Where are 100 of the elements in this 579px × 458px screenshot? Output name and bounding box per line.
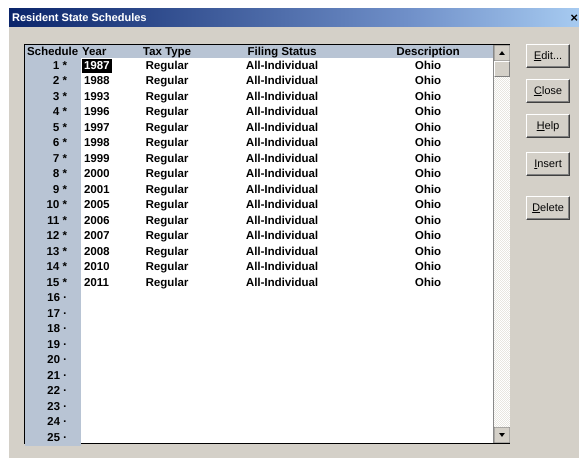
row-header: 21 ·: [25, 368, 81, 384]
filing-status-cell[interactable]: All-Individual: [244, 152, 320, 165]
row-header: 1 *: [25, 58, 81, 74]
description-cell[interactable]: Ohio: [414, 60, 442, 72]
year-cell[interactable]: 1988: [83, 75, 111, 88]
tax-type-cell[interactable]: Regular: [144, 214, 190, 227]
dialog-button[interactable]: Help: [526, 114, 570, 138]
description-cell[interactable]: Ohio: [414, 168, 442, 180]
year-cell[interactable]: 2010: [83, 261, 111, 274]
filing-status-cell[interactable]: All-Individual: [244, 199, 320, 212]
filing-status-cell[interactable]: All-Individual: [244, 75, 320, 88]
description-cell[interactable]: Ohio: [414, 75, 442, 88]
tax-type-cell[interactable]: Regular: [144, 75, 190, 88]
tax-type-cell[interactable]: Regular: [144, 152, 190, 165]
description-cell[interactable]: Ohio: [414, 90, 442, 103]
row-header: 5 *: [25, 120, 81, 136]
row-header: 22 ·: [25, 384, 81, 399]
scrollbar[interactable]: [493, 45, 510, 443]
description-cell[interactable]: Ohio: [414, 199, 442, 212]
row-header: 9 *: [25, 182, 81, 198]
row-header: 14 *: [25, 260, 81, 275]
row-header: 8 *: [25, 166, 81, 182]
description-cell[interactable]: Ohio: [414, 276, 442, 289]
tax-type-cell[interactable]: Regular: [144, 199, 190, 212]
close-button[interactable]: ×: [570, 11, 579, 24]
dialog-button[interactable]: Insert: [526, 152, 570, 176]
tax-type-cell[interactable]: Regular: [144, 90, 190, 103]
row-header: 6 *: [25, 136, 81, 151]
year-cell[interactable]: 2007: [83, 230, 111, 242]
scrollbar-thumb[interactable]: [494, 61, 510, 77]
filing-status-cell[interactable]: All-Individual: [244, 246, 320, 258]
year-cell[interactable]: 1987: [83, 60, 111, 72]
column-header: Description: [395, 45, 461, 58]
year-cell[interactable]: 1993: [83, 90, 111, 103]
dialog-button[interactable]: Edit...: [526, 44, 570, 68]
filing-status-cell[interactable]: All-Individual: [244, 184, 320, 196]
description-cell[interactable]: Ohio: [414, 106, 442, 118]
tax-type-cell[interactable]: Regular: [144, 168, 190, 180]
year-cell[interactable]: 1999: [83, 152, 111, 165]
description-cell[interactable]: Ohio: [414, 246, 442, 258]
filing-status-cell[interactable]: All-Individual: [244, 230, 320, 242]
description-cell[interactable]: Ohio: [414, 230, 442, 242]
row-header: 12 *: [25, 228, 81, 244]
row-header: 19 ·: [25, 337, 81, 352]
year-cell[interactable]: 2000: [83, 168, 111, 180]
year-cell[interactable]: 2008: [83, 246, 111, 258]
row-header: 16 ·: [25, 290, 81, 306]
row-header: 10 *: [25, 198, 81, 213]
year-cell[interactable]: 1996: [83, 106, 111, 118]
row-header: 4 *: [25, 104, 81, 120]
window-title: Resident State Schedules: [11, 12, 146, 24]
description-cell[interactable]: Ohio: [414, 137, 442, 150]
tax-type-cell[interactable]: Regular: [144, 230, 190, 242]
description-cell[interactable]: Ohio: [414, 261, 442, 274]
description-cell[interactable]: Ohio: [414, 214, 442, 227]
filing-status-cell[interactable]: All-Individual: [244, 261, 320, 274]
row-header: 3 *: [25, 89, 81, 104]
row-header: 13 *: [25, 244, 81, 260]
filing-status-cell[interactable]: All-Individual: [244, 90, 320, 103]
filing-status-cell[interactable]: All-Individual: [244, 276, 320, 289]
filing-status-cell[interactable]: All-Individual: [244, 137, 320, 150]
row-header: 18 ·: [25, 322, 81, 337]
tax-type-cell[interactable]: Regular: [144, 60, 190, 72]
tax-type-cell[interactable]: Regular: [144, 137, 190, 150]
row-header: 15 *: [25, 275, 81, 290]
column-header: Filing Status: [246, 45, 318, 58]
scroll-up-icon[interactable]: [494, 45, 510, 61]
tax-type-cell[interactable]: Regular: [144, 261, 190, 274]
column-header: Schedule: [25, 45, 81, 58]
row-header: 20 ·: [25, 352, 81, 368]
filing-status-cell[interactable]: All-Individual: [244, 122, 320, 134]
row-header: 23 ·: [25, 399, 81, 414]
description-cell[interactable]: Ohio: [414, 184, 442, 196]
row-header: 25 ·: [25, 430, 81, 446]
scroll-down-icon[interactable]: [494, 427, 510, 443]
filing-status-cell[interactable]: All-Individual: [244, 214, 320, 227]
year-cell[interactable]: 2006: [83, 214, 111, 227]
row-header: 24 ·: [25, 414, 81, 430]
tax-type-cell[interactable]: Regular: [144, 246, 190, 258]
tax-type-cell[interactable]: Regular: [144, 184, 190, 196]
dialog-button[interactable]: Close: [526, 79, 570, 103]
tax-type-cell[interactable]: Regular: [144, 276, 190, 289]
year-cell[interactable]: 2005: [83, 199, 111, 212]
description-cell[interactable]: Ohio: [414, 152, 442, 165]
filing-status-cell[interactable]: All-Individual: [244, 60, 320, 72]
year-cell[interactable]: 2001: [83, 184, 111, 196]
row-header: 2 *: [25, 74, 81, 89]
filing-status-cell[interactable]: All-Individual: [244, 106, 320, 118]
row-header: 17 ·: [25, 306, 81, 322]
tax-type-cell[interactable]: Regular: [144, 106, 190, 118]
year-cell[interactable]: 1997: [83, 122, 111, 134]
description-cell[interactable]: Ohio: [414, 122, 442, 134]
tax-type-cell[interactable]: Regular: [144, 122, 190, 134]
year-cell[interactable]: 2011: [83, 276, 110, 289]
column-header: Tax Type: [142, 45, 192, 58]
year-cell[interactable]: 1998: [83, 137, 111, 150]
row-header: 7 *: [25, 151, 81, 166]
filing-status-cell[interactable]: All-Individual: [244, 168, 320, 180]
column-header: Year: [81, 45, 108, 58]
dialog-button[interactable]: Delete: [526, 196, 570, 220]
